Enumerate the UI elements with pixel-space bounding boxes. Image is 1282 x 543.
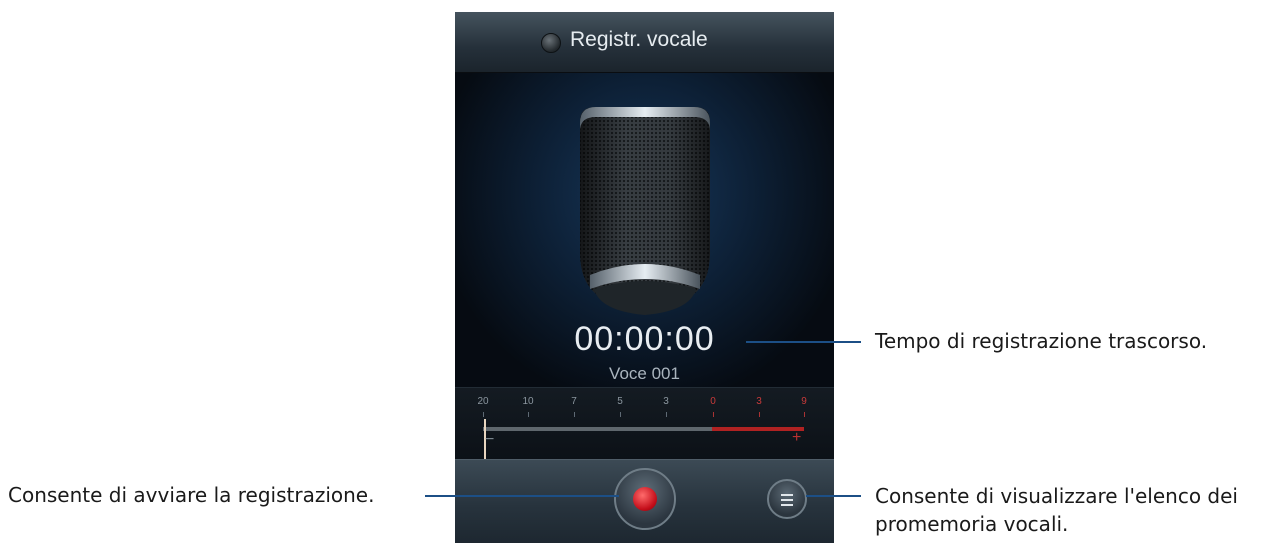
elapsed-time: 00:00:00 <box>574 320 715 358</box>
callout-line-list <box>806 495 861 497</box>
meter-tick <box>666 412 667 417</box>
meter-label: 9 <box>801 396 807 407</box>
meter-label: 0 <box>710 396 716 407</box>
callout-line-elapsed <box>746 341 861 343</box>
callout-list-line2: promemoria vocali. <box>875 512 1069 536</box>
callout-line-record <box>425 495 619 497</box>
record-icon <box>633 487 657 511</box>
memo-name: Voce 001 <box>609 364 680 383</box>
meter-tick <box>528 412 529 417</box>
list-icon-line <box>781 504 793 506</box>
meter-label: 20 <box>477 396 489 407</box>
meter-label: 7 <box>571 396 577 407</box>
recording-stage: 00:00:00 Voce 001 <box>455 73 834 387</box>
callout-record: Consente di avviare la registrazione. <box>8 483 375 507</box>
voice-recorder-screen: Registr. vocale 00:00:00 Voce 001 20 10 … <box>455 12 834 543</box>
list-icon <box>781 494 793 496</box>
meter-track-peak <box>712 427 804 431</box>
callout-elapsed: Tempo di registrazione trascorso. <box>875 329 1208 353</box>
meter-tick <box>713 412 714 417</box>
meter-label: 3 <box>756 396 762 407</box>
list-icon-line <box>781 499 793 501</box>
meter-track <box>483 427 712 431</box>
meter-tick <box>483 412 484 417</box>
control-bar <box>455 459 834 543</box>
level-meter: 20 10 7 5 3 0 3 9 − + <box>455 387 834 461</box>
plus-sign: + <box>792 429 802 446</box>
meter-tick <box>804 412 805 417</box>
title-bar: Registr. vocale <box>455 12 834 73</box>
recordings-list-button[interactable] <box>767 479 807 519</box>
meter-tick <box>574 412 575 417</box>
record-status-icon <box>541 33 561 53</box>
meter-tick <box>620 412 621 417</box>
callout-list-line1: Consente di visualizzare l'elenco dei <box>875 484 1238 508</box>
minus-sign: − <box>485 431 495 448</box>
app-title: Registr. vocale <box>570 28 708 51</box>
microphone-icon <box>580 107 710 315</box>
record-button[interactable] <box>614 468 676 530</box>
meter-tick <box>759 412 760 417</box>
meter-label: 3 <box>663 396 669 407</box>
meter-label: 10 <box>522 396 534 407</box>
meter-label: 5 <box>617 396 623 407</box>
